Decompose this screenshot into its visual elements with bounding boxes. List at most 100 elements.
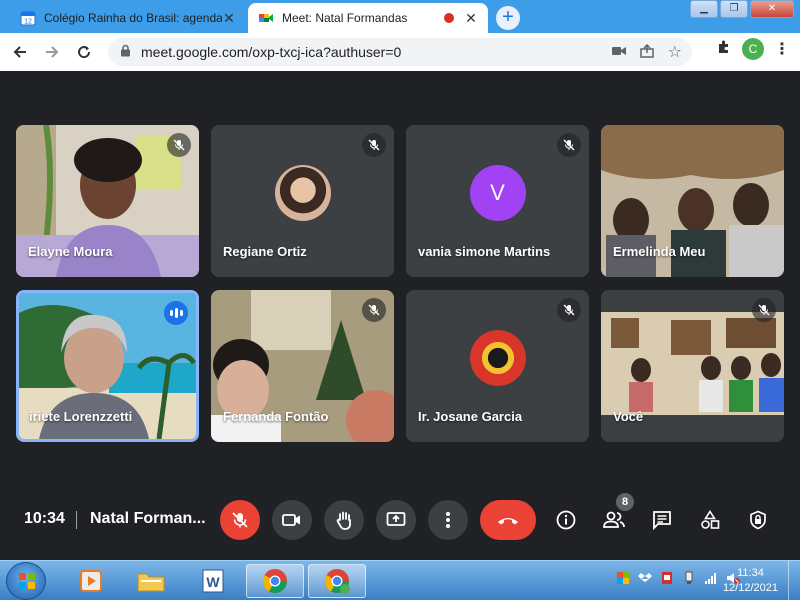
minimize-icon[interactable]: ▁ [690, 0, 718, 18]
taskbar-media-player[interactable] [62, 564, 120, 598]
taskbar-word[interactable]: W [184, 564, 242, 598]
mic-off-icon [232, 512, 248, 528]
meeting-info-button[interactable] [546, 500, 586, 540]
participant-name: Regiane Ortiz [223, 244, 307, 259]
people-icon [603, 511, 625, 528]
present-screen-button[interactable] [376, 500, 416, 540]
system-clock[interactable]: 11:34 12/12/2021 [723, 566, 778, 596]
participant-name: vania simone Martins [418, 244, 551, 259]
extensions-icon[interactable] [716, 39, 732, 60]
speaking-indicator-icon [164, 301, 188, 325]
close-window-icon[interactable]: ✕ [750, 0, 794, 18]
calendar-icon: 12 [20, 10, 36, 26]
tab-title: Colégio Rainha do Brasil: agenda [44, 11, 222, 25]
meeting-control-bar: 10:34 Natal Forman... 8 [0, 490, 800, 550]
calendar-favicon-text: 12 [24, 19, 32, 26]
bookmark-star-icon[interactable]: ☆ [668, 42, 682, 62]
participant-name: Elayne Moura [28, 244, 113, 259]
taskbar-chrome-1[interactable] [246, 564, 304, 598]
more-vert-icon [446, 512, 450, 528]
profile-avatar[interactable]: C [742, 38, 764, 60]
participant-name: Fernanda Fontão [223, 409, 329, 424]
meeting-clock: 10:34 [24, 510, 65, 527]
host-controls-button[interactable] [738, 500, 778, 540]
reload-icon[interactable] [68, 36, 100, 68]
participant-tile[interactable]: Regiane Ortiz [211, 125, 394, 277]
chat-icon [653, 511, 671, 530]
back-arrow-icon[interactable] [4, 36, 36, 68]
mic-off-icon [362, 298, 386, 322]
window-controls: ▁ ❐ ✕ [690, 0, 794, 18]
chrome-icon [324, 569, 350, 594]
leave-call-button[interactable] [480, 500, 536, 540]
raise-hand-button[interactable] [324, 500, 364, 540]
mic-off-icon [752, 298, 776, 322]
browser-menu-icon[interactable]: ⋮ [774, 39, 790, 59]
activities-icon [701, 510, 720, 529]
system-date: 12/12/2021 [722, 582, 778, 594]
participant-tile[interactable]: Você [601, 290, 784, 442]
participant-name: Ermelinda Meu [613, 244, 706, 259]
network-signal-icon[interactable] [704, 571, 718, 585]
participant-tile[interactable]: Fernanda Fontão [211, 290, 394, 442]
tab-title: Meet: Natal Formandas [282, 11, 408, 25]
chrome-icon [262, 569, 287, 594]
taskbar-file-explorer[interactable] [122, 564, 180, 598]
info-icon [556, 510, 576, 530]
raise-hand-icon [336, 511, 351, 530]
participant-tile[interactable]: Ir. Josane Garcia [406, 290, 589, 442]
browser-toolbar: meet.google.com/oxp-txcj-ica?authuser=0 … [0, 33, 800, 71]
avatar: V [469, 165, 526, 221]
participant-tile[interactable]: Ermelinda Meu [601, 125, 784, 277]
usb-icon[interactable] [682, 571, 696, 585]
activities-button[interactable] [690, 500, 730, 540]
camera-toggle-button[interactable] [272, 500, 312, 540]
hangup-icon [498, 518, 518, 525]
mic-toggle-button[interactable] [220, 500, 260, 540]
tab-agenda[interactable]: 12 Colégio Rainha do Brasil: agenda ✕ [10, 3, 246, 33]
participant-tile[interactable]: Elayne Moura [16, 125, 199, 277]
svg-text:W: W [206, 574, 220, 590]
avatar [274, 165, 331, 221]
taskbar-chrome-2[interactable] [308, 564, 366, 598]
folder-icon [137, 573, 165, 592]
start-button[interactable] [6, 562, 46, 600]
host-controls-icon [750, 510, 766, 530]
forward-arrow-icon[interactable] [36, 36, 68, 68]
participant-name: iriete Lorenzzetti [29, 409, 133, 424]
new-tab-button[interactable]: + [496, 6, 520, 30]
windows-taskbar: W 11:34 12/12/2021 [0, 560, 800, 600]
participant-name: Ir. Josane Garcia [418, 409, 523, 424]
meeting-name: Natal Forman... [90, 510, 206, 527]
maximize-icon[interactable]: ❐ [720, 0, 748, 18]
mic-off-icon [557, 133, 581, 157]
lock-icon[interactable] [120, 44, 131, 60]
word-icon: W [202, 569, 224, 593]
mic-off-icon [362, 133, 386, 157]
flag-icon[interactable] [616, 571, 630, 585]
share-icon[interactable] [639, 43, 654, 61]
participant-tile[interactable]: iriete Lorenzzetti [16, 290, 199, 442]
tab-meet[interactable]: Meet: Natal Formandas ✕ [248, 3, 488, 33]
camera-permission-icon[interactable] [611, 44, 626, 60]
chat-button[interactable] [642, 500, 682, 540]
windows-logo-icon [19, 573, 35, 589]
meet-icon [258, 10, 274, 26]
camera-icon [282, 514, 300, 526]
url-text: meet.google.com/oxp-txcj-ica?authuser=0 [141, 44, 402, 60]
participant-count-badge: 8 [616, 493, 634, 511]
participant-tile[interactable]: V vania simone Martins [406, 125, 589, 277]
address-bar[interactable]: meet.google.com/oxp-txcj-ica?authuser=0 … [108, 38, 692, 66]
dropbox-icon[interactable] [638, 571, 652, 585]
divider [76, 511, 77, 529]
avatar [469, 330, 526, 386]
close-tab-icon[interactable]: ✕ [464, 10, 478, 27]
browser-tabstrip: 12 Colégio Rainha do Brasil: agenda ✕ Me… [0, 0, 800, 33]
system-time: 11:34 [737, 567, 764, 579]
recording-indicator-icon [444, 13, 454, 23]
mic-off-icon [167, 133, 191, 157]
show-desktop-button[interactable] [788, 561, 800, 600]
antivirus-icon[interactable] [660, 571, 674, 585]
close-tab-icon[interactable]: ✕ [222, 10, 236, 27]
more-options-button[interactable] [428, 500, 468, 540]
